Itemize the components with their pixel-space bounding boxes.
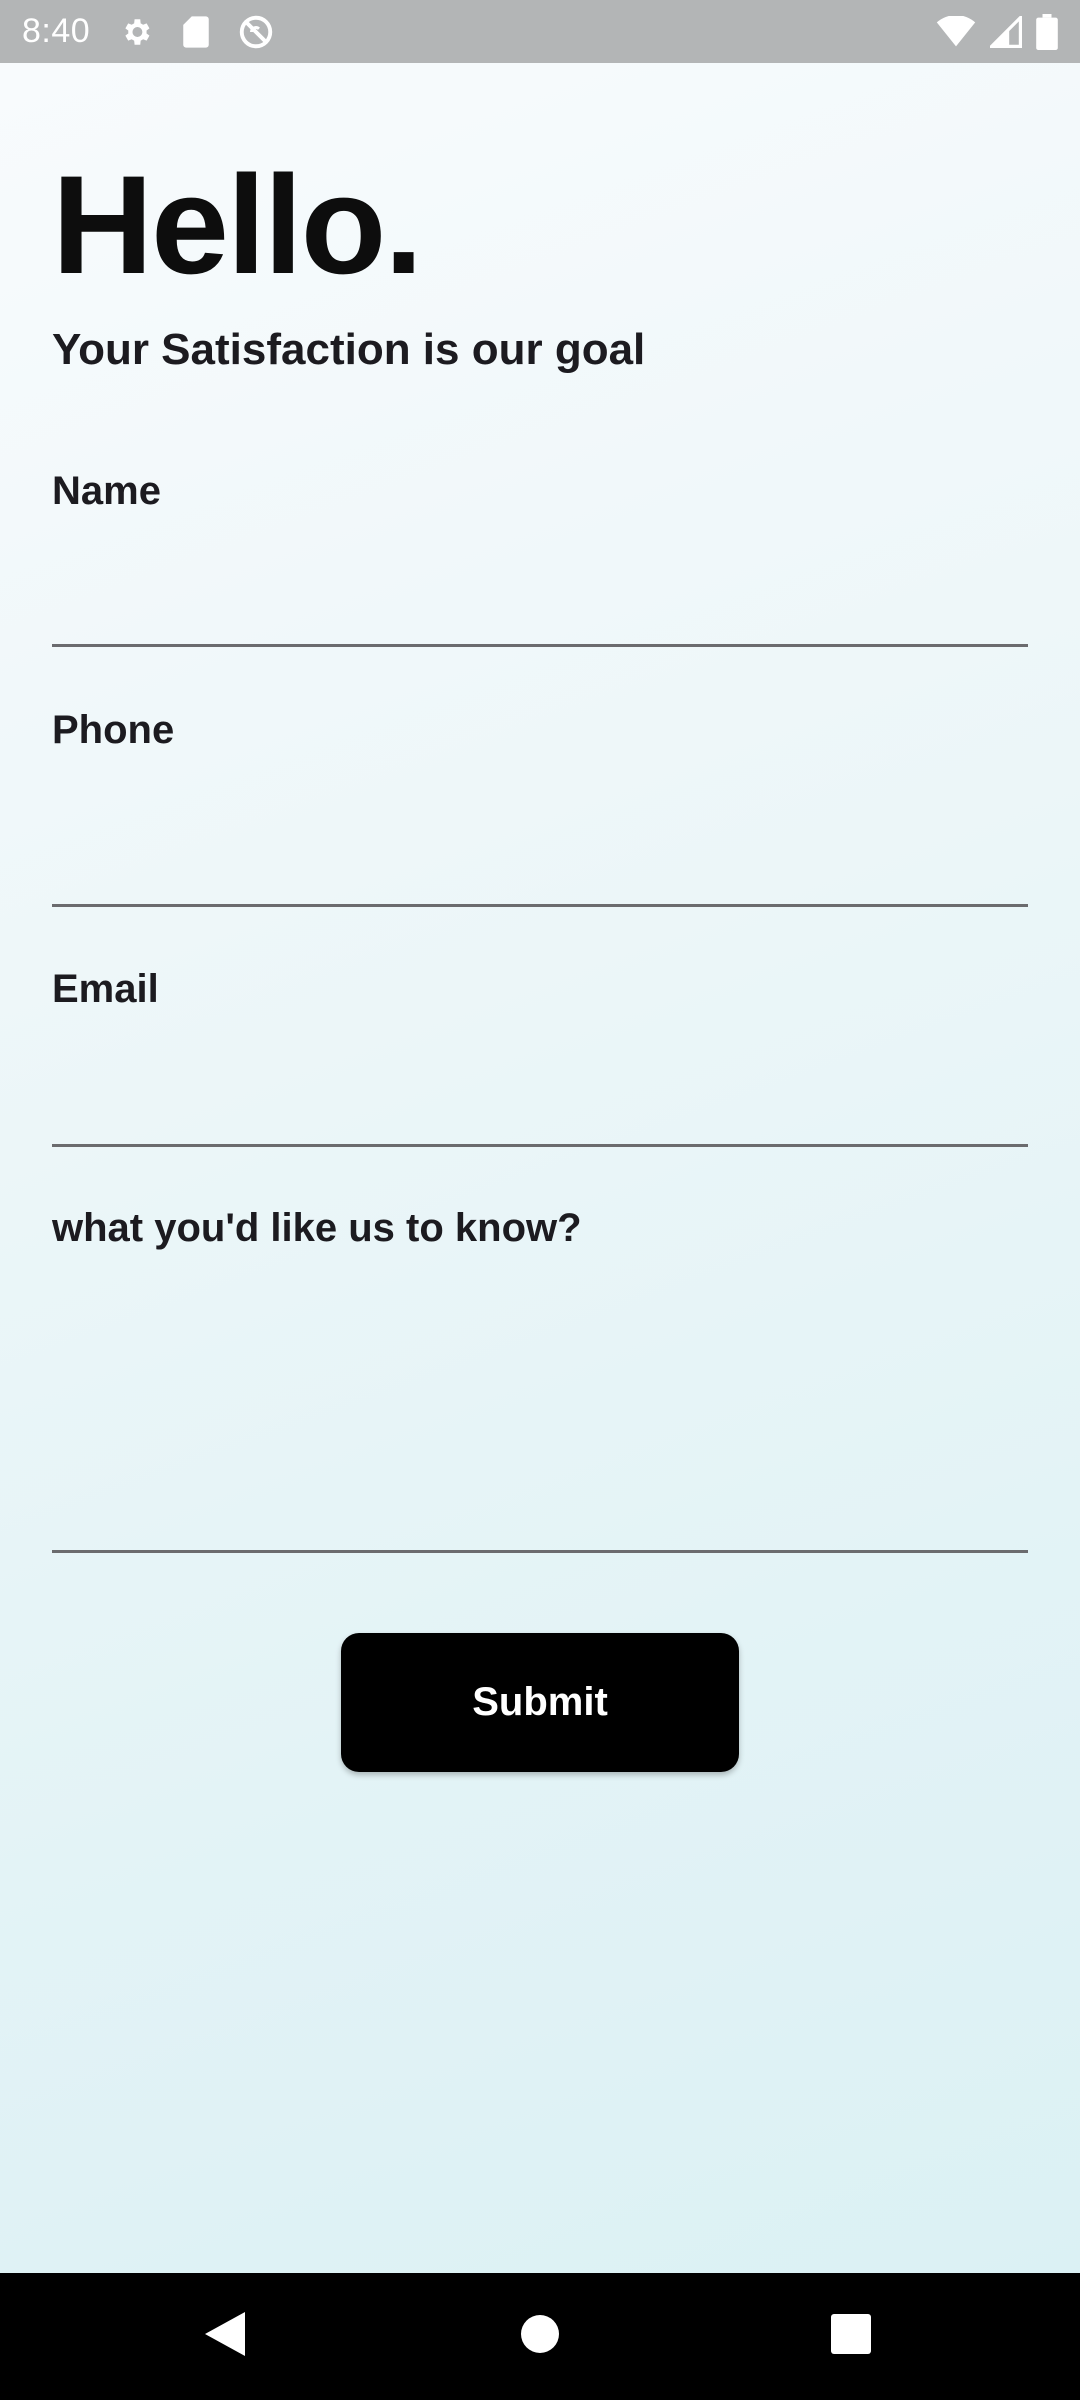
submit-button[interactable]: Submit bbox=[341, 1633, 739, 1772]
recents-icon bbox=[831, 2314, 871, 2359]
home-button[interactable] bbox=[480, 2273, 600, 2400]
page-title: Hello. bbox=[52, 146, 423, 303]
home-icon bbox=[520, 2314, 560, 2359]
sd-card-icon bbox=[178, 14, 214, 50]
back-icon bbox=[203, 2310, 247, 2363]
signal-icon bbox=[990, 15, 1022, 48]
email-label: Email bbox=[52, 967, 159, 1011]
wifi-icon bbox=[936, 15, 976, 48]
page-subtitle: Your Satisfaction is our goal bbox=[52, 325, 646, 374]
status-time: 8:40 bbox=[22, 12, 91, 50]
phone-input[interactable] bbox=[52, 841, 1028, 907]
message-textarea[interactable] bbox=[52, 1293, 1028, 1553]
status-bar: 8:40 bbox=[0, 0, 1080, 63]
email-input[interactable] bbox=[52, 1081, 1028, 1147]
feedback-screen: Hello. Your Satisfaction is our goal Nam… bbox=[0, 63, 1080, 2273]
message-label: what you'd like us to know? bbox=[52, 1206, 582, 1250]
phone-label: Phone bbox=[52, 708, 175, 752]
status-notification-icons bbox=[118, 14, 274, 50]
navigation-bar bbox=[0, 2273, 1080, 2400]
recents-button[interactable] bbox=[791, 2273, 911, 2400]
name-input[interactable] bbox=[52, 583, 1028, 647]
status-system-icons bbox=[936, 13, 1058, 50]
battery-icon bbox=[1036, 13, 1058, 50]
name-label: Name bbox=[52, 469, 161, 513]
no-sync-icon bbox=[238, 14, 274, 50]
back-button[interactable] bbox=[165, 2273, 285, 2400]
gear-icon bbox=[118, 14, 154, 50]
